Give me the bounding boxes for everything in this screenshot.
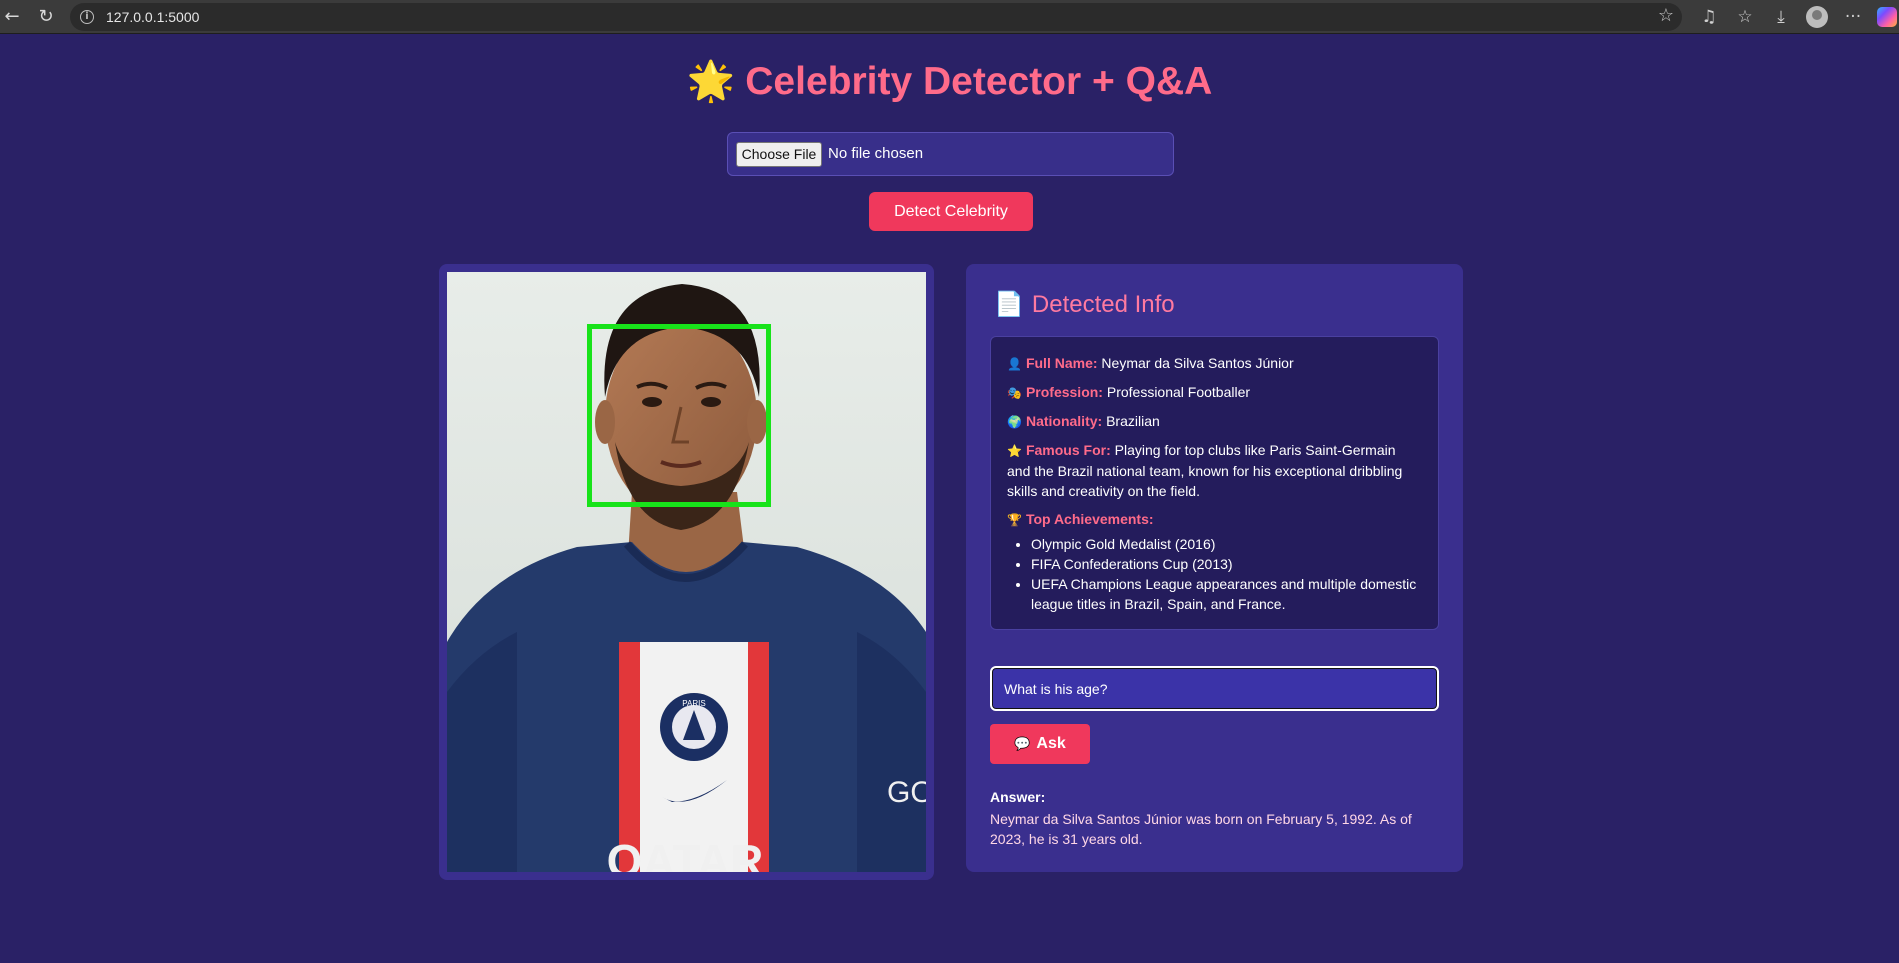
star-icon: ⭐ [1007,444,1022,458]
favorites-icon[interactable]: ☆ [1727,7,1763,27]
globe-icon: 🌍 [1007,415,1022,429]
page-title-text: Celebrity Detector + Q&A [745,60,1213,103]
achievements-list: Olympic Gold Medalist (2016) FIFA Confed… [1031,534,1422,614]
copilot-icon[interactable] [1877,7,1897,27]
famous-for-label: Famous For: [1025,442,1111,458]
nationality-row: 🌍 Nationality: Brazilian [1007,411,1422,432]
trophy-icon: 🏆 [1007,513,1022,527]
address-url[interactable]: 127.0.0.1:5000 [106,9,199,25]
reload-icon[interactable]: ↻ [34,5,58,29]
info-card: 👤 Full Name: Neymar da Silva Santos Júnio… [990,336,1439,630]
info-panel: 📄 Detected Info 👤 Full Name: Neymar da Sil… [966,264,1463,872]
browser-actions: ♫ ☆ ⤓ ··· [1691,0,1899,34]
list-item: FIFA Confederations Cup (2013) [1031,554,1422,574]
star-emoji-icon: 🌟 [686,59,736,104]
nationality-label: Nationality: [1025,413,1103,429]
full-name-value: Neymar da Silva Santos Júnior [1101,355,1294,371]
achievements-row: 🏆 Top Achievements: [1007,509,1422,530]
file-status-text: No file chosen [828,145,924,162]
sponsor-text: QATAR [607,835,764,872]
crest-text: PARIS [682,699,705,708]
list-item: UEFA Champions League appearances and mu… [1031,574,1422,614]
more-menu-icon[interactable]: ··· [1835,7,1871,27]
face-detection-box [587,324,771,507]
downloads-icon[interactable]: ⤓ [1763,7,1799,27]
question-input[interactable] [990,666,1439,711]
achievements-label: Top Achievements: [1025,511,1154,527]
file-upload-box: Choose File No file chosen [727,132,1174,176]
back-arrow-icon[interactable]: ← [0,5,24,29]
person-icon: 👤 [1007,357,1022,371]
browser-toolbar: ← ↻ i 127.0.0.1:5000 ☆ ♫ ☆ ⤓ ··· [0,0,1899,34]
theater-masks-icon: 🎭 [1007,386,1022,400]
ask-button[interactable]: 💬 Ask [990,724,1090,764]
celebrity-photo: PARIS QATAR GO [447,272,926,872]
site-info-icon[interactable]: i [80,10,94,24]
profession-row: 🎭 Profession: Professional Footballer [1007,382,1422,403]
sleeve-text: GO [887,776,926,809]
ask-button-label: Ask [1036,735,1066,752]
detect-celebrity-button[interactable]: Detect Celebrity [869,192,1033,231]
profession-value: Professional Footballer [1106,384,1251,400]
document-icon: 📄 [994,290,1024,318]
info-title-text: Detected Info [1031,291,1175,318]
nationality-value: Brazilian [1106,413,1160,429]
image-panel: PARIS QATAR GO [439,264,934,880]
info-title: 📄 Detected Info [994,290,1175,319]
list-item: Olympic Gold Medalist (2016) [1031,534,1422,554]
answer-label: Answer: [990,789,1046,805]
answer-text: Neymar da Silva Santos Júnior was born o… [990,811,1412,847]
full-name-row: 👤 Full Name: Neymar da Silva Santos Júnio… [1007,353,1422,374]
speech-bubble-icon: 💬 [1014,737,1031,752]
full-name-label: Full Name: [1025,355,1098,371]
famous-for-row: ⭐ Famous For: Playing for top clubs like … [1007,440,1422,501]
choose-file-button[interactable]: Choose File [736,142,822,167]
bookmark-star-icon[interactable]: ☆ [1658,5,1674,26]
profession-label: Profession: [1025,384,1103,400]
read-aloud-icon[interactable]: ♫ [1691,7,1727,27]
page-title: 🌟 Celebrity Detector + Q&A [0,58,1899,104]
address-bar[interactable]: i 127.0.0.1:5000 ☆ [70,3,1682,31]
profile-avatar-icon[interactable] [1806,6,1828,28]
